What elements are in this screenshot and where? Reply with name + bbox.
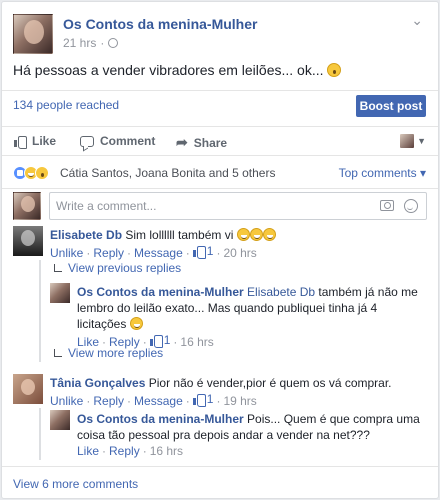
reaction-names[interactable]: Cátia Santos, Joana Bonita and 5 others (60, 166, 275, 180)
reply: Os Contos da menina-Mulher Elisabete Db … (50, 283, 430, 349)
reply-arrow-icon (54, 349, 62, 357)
message-link[interactable]: Message (134, 394, 183, 408)
comment-button[interactable]: Comment (80, 134, 155, 148)
comment-meta: Unlike · Reply · Message · 1 · 20 hrs (50, 243, 257, 260)
view-more-comments[interactable]: View 6 more comments (13, 477, 138, 491)
comment-text: Pior não é vender,pior é quem os vá comp… (148, 376, 392, 390)
reply-avatar[interactable] (50, 283, 70, 303)
thumbs-up-icon (192, 245, 206, 259)
comment-input-box[interactable] (49, 192, 427, 220)
grinning-emoji-icon (262, 228, 276, 241)
caret-down-icon: ▼ (417, 136, 426, 146)
view-more-replies[interactable]: View more replies (54, 346, 163, 360)
message-link[interactable]: Message (134, 246, 183, 260)
top-comments-dropdown[interactable]: Top comments ▾ (339, 166, 426, 180)
divider (2, 466, 438, 467)
camera-icon[interactable] (380, 200, 394, 211)
unlike-link[interactable]: Unlike (50, 394, 83, 408)
people-reached-link[interactable]: 134 people reached (13, 98, 119, 112)
thumbs-up-icon (149, 334, 163, 348)
globe-icon[interactable] (108, 38, 119, 48)
like-button[interactable]: Like (14, 134, 57, 149)
composer-avatar (13, 192, 41, 220)
comment-icon (80, 135, 94, 147)
grinning-emoji-icon (249, 228, 263, 241)
commenter-avatar[interactable] (13, 226, 43, 256)
reply-body: Os Contos da menina-Mulher Elisabete Db … (77, 284, 429, 350)
reply-link[interactable]: Reply (93, 246, 124, 260)
top-comments-label: Top comments (338, 166, 417, 180)
divider (2, 188, 438, 189)
page-avatar-small (400, 134, 415, 148)
view-previous-replies[interactable]: View previous replies (54, 261, 181, 275)
commenter-name[interactable]: Elisabete Db (50, 228, 122, 242)
grinning-emoji-icon (236, 228, 250, 241)
like-label: Like (32, 134, 57, 148)
reaction-icons[interactable] (13, 166, 49, 180)
comment: Tânia Gonçalves Pior não é vender,pior é… (13, 374, 431, 409)
reply-body: Os Contos da menina-Mulher Pois... Quem … (77, 411, 429, 459)
comment-composer (13, 192, 429, 220)
boost-post-button[interactable]: Boost post (356, 95, 426, 117)
reply: Os Contos da menina-Mulher Pois... Quem … (50, 410, 430, 458)
comment-body: Tânia Gonçalves Pior não é vender,pior é… (50, 375, 430, 409)
comment-like-count[interactable]: 1 (192, 243, 213, 259)
commenter-avatar[interactable] (13, 374, 43, 404)
post-time[interactable]: 21 hrs (63, 36, 96, 50)
post-meta: 21 hrs · (63, 36, 119, 50)
comment-label: Comment (100, 134, 156, 148)
reply-avatar[interactable] (50, 410, 70, 430)
post-actions: Like Comment ➦ Share ▼ (2, 126, 438, 156)
reply-meta: Like · Reply · 16 hrs (77, 444, 184, 458)
reply-link[interactable]: Reply (93, 394, 124, 408)
comment-time[interactable]: 19 hrs (223, 394, 256, 408)
comment-body: Elisabete Db Sim lollllll também vi Unli… (50, 227, 430, 261)
smiley-icon[interactable] (404, 199, 418, 213)
reach-bar: 134 people reached Boost post (2, 90, 438, 122)
wow-reaction-icon (35, 166, 49, 180)
reply-time[interactable]: 16 hrs (180, 335, 213, 349)
post-text-content: Há pessoas a vender vibradores em leilõe… (13, 62, 324, 78)
share-arrow-icon: ➦ (176, 134, 188, 150)
comment-input[interactable] (56, 199, 356, 213)
unlike-link[interactable]: Unlike (50, 246, 83, 260)
meta-separator: · (100, 36, 105, 50)
reply-thread-line (39, 260, 41, 362)
thumbs-up-icon (192, 393, 206, 407)
reactions-summary: Cátia Santos, Joana Bonita and 5 others … (2, 160, 438, 186)
reply-arrow-icon (54, 264, 62, 272)
mention-link[interactable]: Elisabete Db (247, 285, 315, 299)
like-link[interactable]: Like (77, 444, 99, 458)
comment-time[interactable]: 20 hrs (223, 246, 256, 260)
share-label: Share (193, 135, 228, 150)
post-author[interactable]: Os Contos da menina-Mulher (63, 16, 257, 32)
thumbs-up-icon (14, 135, 27, 149)
post-as-selector[interactable]: ▼ (400, 134, 426, 148)
reply-link[interactable]: Reply (109, 444, 140, 458)
comment: Elisabete Db Sim lollllll também vi Unli… (13, 226, 431, 260)
post-text: Há pessoas a vender vibradores em leilõe… (13, 62, 342, 78)
grinning-emoji-icon (129, 317, 143, 330)
post-card: Os Contos da menina-Mulher 21 hrs · ⌄ Há… (1, 1, 439, 499)
comment-meta: Unlike · Reply · Message · 1 · 19 hrs (50, 391, 257, 408)
reply-thread-line (39, 408, 41, 460)
reply-time[interactable]: 16 hrs (150, 444, 183, 458)
chevron-down-icon[interactable]: ⌄ (411, 12, 423, 29)
reply-author[interactable]: Os Contos da menina-Mulher (77, 412, 244, 426)
comment-text: Sim lollllll também vi (125, 228, 234, 242)
share-button[interactable]: ➦ Share (176, 134, 227, 151)
comment-like-count[interactable]: 1 (192, 391, 213, 407)
astonished-emoji-icon (327, 63, 342, 77)
commenter-name[interactable]: Tânia Gonçalves (50, 376, 145, 390)
post-header: Os Contos da menina-Mulher 21 hrs · ⌄ (13, 12, 423, 54)
reply-author[interactable]: Os Contos da menina-Mulher (77, 285, 244, 299)
page-avatar[interactable] (13, 14, 53, 54)
